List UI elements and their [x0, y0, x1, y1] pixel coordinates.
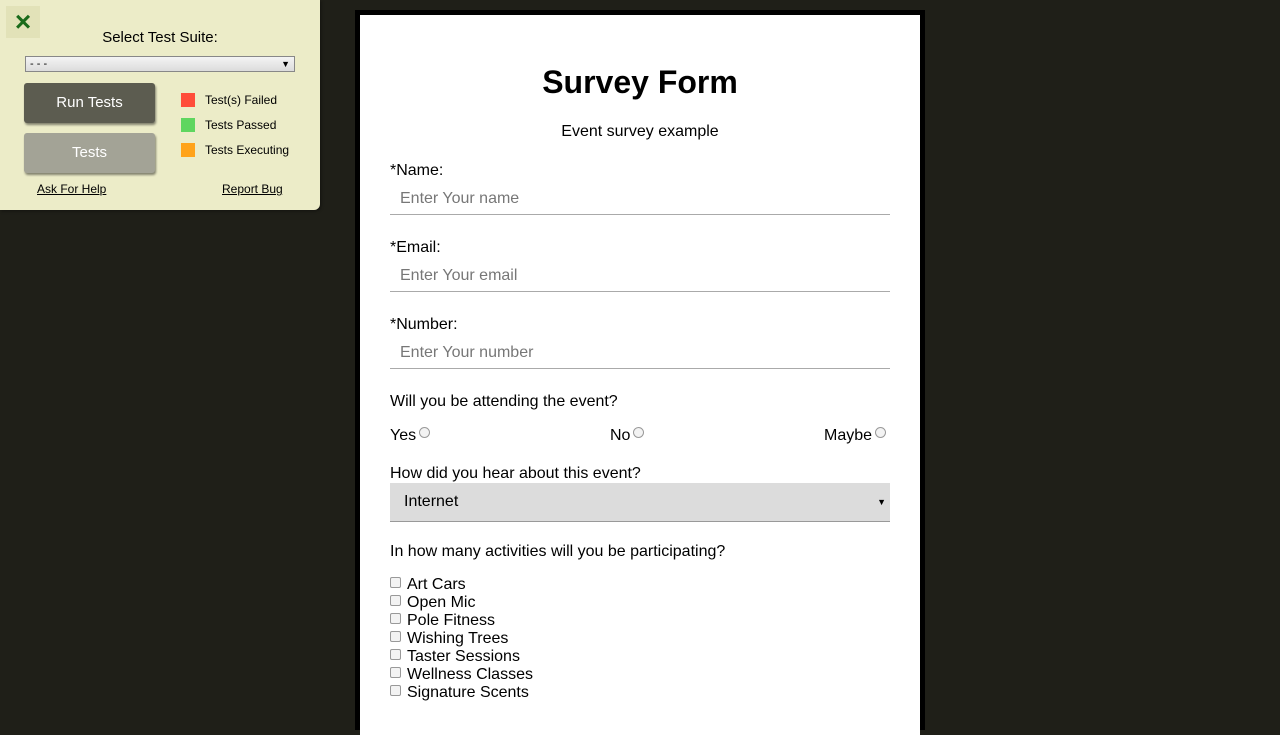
legend-label: Tests Executing — [205, 143, 290, 157]
checkbox-label: Taster Sessions — [407, 648, 520, 665]
suite-select-value: - - - — [30, 58, 48, 70]
list-item[interactable]: Taster Sessions — [390, 648, 533, 666]
checkbox[interactable] — [390, 667, 401, 678]
radio-label: No — [610, 427, 631, 444]
list-item[interactable]: Art Cars — [390, 576, 533, 594]
executing-swatch-icon — [181, 143, 195, 157]
radio-button[interactable] — [875, 427, 887, 438]
checkbox[interactable] — [390, 685, 401, 696]
tests-button[interactable]: Tests — [24, 133, 155, 173]
legend-label: Test(s) Failed — [205, 93, 278, 107]
radio-option-yes[interactable]: Yes — [390, 427, 431, 445]
ask-for-help-link[interactable]: Ask For Help — [37, 182, 106, 196]
chevron-down-icon: ▼ — [877, 497, 886, 507]
number-label: *Number: — [390, 316, 458, 333]
hear-select[interactable]: Internet ▼ — [390, 483, 890, 522]
legend-label: Tests Passed — [205, 118, 277, 132]
attend-question: Will you be attending the event? — [390, 393, 618, 410]
checkbox-label: Wishing Trees — [407, 630, 509, 647]
checkbox-label: Art Cars — [407, 576, 466, 593]
checkbox[interactable] — [390, 577, 401, 588]
radio-button[interactable] — [633, 427, 645, 438]
activities-list: Art Cars Open Mic Pole Fitness Wishing T… — [390, 576, 533, 702]
checkbox-label: Wellness Classes — [407, 666, 533, 683]
radio-label: Yes — [390, 427, 417, 444]
list-item[interactable]: Wishing Trees — [390, 630, 533, 648]
failed-swatch-icon — [181, 93, 195, 107]
hear-select-value: Internet — [404, 493, 459, 510]
name-field[interactable] — [390, 183, 890, 215]
suite-label: Select Test Suite: — [102, 29, 218, 46]
checkbox-label: Pole Fitness — [407, 612, 496, 629]
page-title: Survey Form — [542, 64, 738, 100]
number-field[interactable] — [390, 337, 890, 369]
checkbox[interactable] — [390, 613, 401, 624]
list-item[interactable]: Pole Fitness — [390, 612, 533, 630]
checkbox[interactable] — [390, 649, 401, 660]
name-label: *Name: — [390, 162, 444, 179]
run-tests-button[interactable]: Run Tests — [24, 83, 155, 123]
form-description: Event survey example — [561, 123, 719, 140]
email-field[interactable] — [390, 260, 890, 292]
chevron-down-icon: ▼ — [281, 59, 290, 69]
radio-label: Maybe — [824, 427, 873, 444]
checkbox-label: Open Mic — [407, 594, 476, 611]
checkbox[interactable] — [390, 595, 401, 606]
checkbox[interactable] — [390, 631, 401, 642]
passed-swatch-icon — [181, 118, 195, 132]
radio-option-no[interactable]: No — [610, 427, 645, 445]
radio-button[interactable] — [419, 427, 431, 438]
list-item[interactable]: Signature Scents — [390, 684, 533, 702]
radio-option-maybe[interactable]: Maybe — [824, 427, 887, 445]
test-suite-panel: × Select Test Suite: - - - ▼ Run Tests T… — [0, 0, 320, 210]
hear-question: How did you hear about this event? — [390, 465, 641, 482]
list-item[interactable]: Wellness Classes — [390, 666, 533, 684]
email-label: *Email: — [390, 239, 441, 256]
list-item[interactable]: Open Mic — [390, 594, 533, 612]
report-bug-link[interactable]: Report Bug — [222, 182, 283, 196]
checkbox-label: Signature Scents — [407, 684, 529, 701]
suite-select[interactable]: - - - ▼ — [25, 56, 295, 72]
activities-question: In how many activities will you be parti… — [390, 543, 726, 560]
